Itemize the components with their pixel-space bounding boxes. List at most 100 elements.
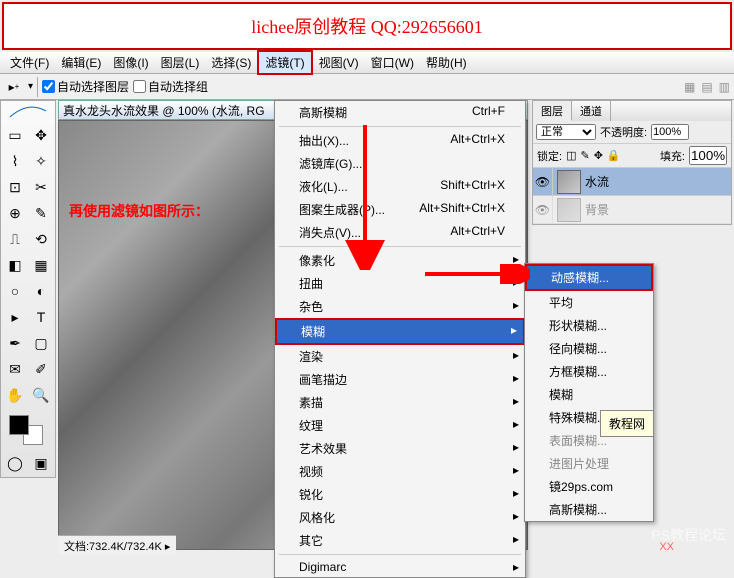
path-select-tool[interactable]: ▸ (3, 305, 27, 329)
layer-name[interactable]: 背景 (585, 201, 609, 218)
filter-menu-item[interactable]: 抽出(X)...Alt+Ctrl+X (275, 129, 525, 152)
zoom-tool[interactable]: 🔍 (29, 383, 53, 407)
filter-menu-item[interactable]: 素描▸ (275, 391, 525, 414)
doc-size-info: 文档:732.4K/732.4K (64, 541, 162, 553)
layers-panel-tabs: 图层 通道 (533, 101, 731, 121)
filter-menu-item[interactable]: 扭曲▸ (275, 272, 525, 295)
notes-tool[interactable]: ✉ (3, 357, 27, 381)
filter-menu-item[interactable]: 视频▸ (275, 460, 525, 483)
opacity-label: 不透明度: (600, 124, 647, 140)
blur-submenu-item[interactable]: 动感模糊... (525, 264, 653, 291)
filter-menu-item[interactable]: 像素化▸ (275, 249, 525, 272)
feather-icon (3, 103, 53, 121)
marquee-tool[interactable]: ▭ (3, 123, 27, 147)
gradient-tool[interactable]: ▦ (29, 253, 53, 277)
filter-menu-item[interactable]: 纹理▸ (275, 414, 525, 437)
quickmask-icon[interactable]: ◯ (3, 451, 27, 475)
menu-layer[interactable]: 图层(L) (155, 52, 206, 73)
heal-tool[interactable]: ⊕ (3, 201, 27, 225)
layer-thumbnail[interactable] (557, 170, 581, 194)
crop-tool[interactable]: ⊡ (3, 175, 27, 199)
menu-filter[interactable]: 滤镜(T) (257, 50, 312, 75)
dodge-tool[interactable]: ◐ (29, 279, 53, 303)
auto-select-layer-checkbox[interactable]: 自动选择图层 (42, 78, 129, 95)
visibility-icon[interactable]: 👁 (533, 196, 553, 223)
hand-tool[interactable]: ✋ (3, 383, 27, 407)
move-tool[interactable]: ✥ (29, 123, 53, 147)
stamp-tool[interactable]: ⎍ (3, 227, 27, 251)
fill-input[interactable] (689, 146, 727, 165)
blur-submenu-item: 进图片处理 (525, 452, 653, 475)
menu-view[interactable]: 视图(V) (313, 52, 365, 73)
filter-menu-item[interactable]: 模糊▸ (275, 318, 525, 345)
opacity-input[interactable] (651, 124, 689, 140)
lock-paint-icon[interactable]: ✎ (580, 149, 589, 162)
auto-select-group-checkbox[interactable]: 自动选择组 (133, 78, 208, 95)
screenmode-icon[interactable]: ▣ (29, 451, 53, 475)
tutorial-header-text: lichee原创教程 QQ:292656601 (251, 13, 482, 39)
blur-submenu-item[interactable]: 方框模糊... (525, 360, 653, 383)
menu-select[interactable]: 选择(S) (205, 52, 257, 73)
blend-mode-select[interactable]: 正常 (536, 124, 596, 140)
tab-channels[interactable]: 通道 (572, 101, 611, 121)
slice-tool[interactable]: ✂ (29, 175, 53, 199)
tutorial-header: lichee原创教程 QQ:292656601 (2, 2, 732, 50)
visibility-icon[interactable]: 👁 (533, 168, 553, 195)
filter-menu-item[interactable]: 渲染▸ (275, 345, 525, 368)
lasso-tool[interactable]: ⌇ (3, 149, 27, 173)
layer-row[interactable]: 👁 水流 (533, 168, 731, 196)
tab-layers[interactable]: 图层 (533, 101, 572, 121)
layer-row[interactable]: 👁 背景 (533, 196, 731, 224)
pen-tool[interactable]: ✒ (3, 331, 27, 355)
filter-menu-item[interactable]: 图案生成器(P)...Alt+Shift+Ctrl+X (275, 198, 525, 221)
tool-palette: ▭ ✥ ⌇ ✧ ⊡ ✂ ⊕ ✎ ⎍ ⟲ ◧ ▦ ○ ◐ ▸ T ✒ ▢ ✉ ✐ … (0, 100, 56, 478)
tooltip: 教程网 (600, 410, 654, 437)
filter-menu-item[interactable]: 消失点(V)...Alt+Ctrl+V (275, 221, 525, 244)
blur-submenu-item[interactable]: 径向模糊... (525, 337, 653, 360)
blur-submenu-item[interactable]: 形状模糊... (525, 314, 653, 337)
filter-menu-item[interactable]: 高斯模糊Ctrl+F (275, 101, 525, 124)
fill-label: 填充: (660, 148, 685, 164)
color-swatch[interactable] (3, 413, 53, 449)
filter-menu-item[interactable]: 其它▸ (275, 529, 525, 552)
menu-help[interactable]: 帮助(H) (420, 52, 473, 73)
lock-all-icon[interactable]: 🔒 (607, 149, 621, 162)
eraser-tool[interactable]: ◧ (3, 253, 27, 277)
blur-tool[interactable]: ○ (3, 279, 27, 303)
menu-edit[interactable]: 编辑(E) (55, 52, 107, 73)
eyedropper-tool[interactable]: ✐ (29, 357, 53, 381)
wand-tool[interactable]: ✧ (29, 149, 53, 173)
document-title: 真水龙头水流效果 @ 100% (水流, RG (63, 102, 265, 119)
filter-menu-item[interactable]: 液化(L)...Shift+Ctrl+X (275, 175, 525, 198)
move-tool-icon[interactable]: ▸+ (4, 77, 24, 97)
history-brush-tool[interactable]: ⟲ (29, 227, 53, 251)
filter-menu-item[interactable]: 画笔描边▸ (275, 368, 525, 391)
blur-submenu-item[interactable]: 高斯模糊... (525, 498, 653, 521)
filter-menu-item[interactable]: 艺术效果▸ (275, 437, 525, 460)
menu-window[interactable]: 窗口(W) (365, 52, 420, 73)
lock-transparent-icon[interactable]: ◫ (566, 149, 576, 162)
menu-image[interactable]: 图像(I) (107, 52, 154, 73)
status-bar: 文档:732.4K/732.4K ▸ (58, 535, 176, 555)
filter-menu-item[interactable]: 滤镜库(G)... (275, 152, 525, 175)
layer-name[interactable]: 水流 (585, 173, 609, 190)
filter-menu-dropdown: 高斯模糊Ctrl+F 抽出(X)...Alt+Ctrl+X滤镜库(G)...液化(… (274, 100, 526, 578)
blur-submenu-item[interactable]: 平均 (525, 291, 653, 314)
filter-menu-item[interactable]: 杂色▸ (275, 295, 525, 318)
lock-move-icon[interactable]: ✥ (594, 149, 603, 162)
options-bar: ▸+ ▾ 自动选择图层 自动选择组 ▦▤▥ (0, 74, 734, 100)
foreground-color[interactable] (9, 415, 29, 435)
filter-menu-item[interactable]: 风格化▸ (275, 506, 525, 529)
main-area: ▭ ✥ ⌇ ✧ ⊡ ✂ ⊕ ✎ ⎍ ⟲ ◧ ▦ ○ ◐ ▸ T ✒ ▢ ✉ ✐ … (0, 100, 734, 555)
annotation-text: 再使用滤镜如图所示： (69, 201, 209, 221)
layer-thumbnail[interactable] (557, 198, 581, 222)
filter-menu-item[interactable]: 锐化▸ (275, 483, 525, 506)
shape-tool[interactable]: ▢ (29, 331, 53, 355)
blur-submenu-item[interactable]: 模糊 (525, 383, 653, 406)
menu-bar: 文件(F) 编辑(E) 图像(I) 图层(L) 选择(S) 滤镜(T) 视图(V… (0, 52, 734, 74)
blur-submenu-item[interactable]: 镜29ps.com (525, 475, 653, 498)
menu-file[interactable]: 文件(F) (4, 52, 55, 73)
brush-tool[interactable]: ✎ (29, 201, 53, 225)
type-tool[interactable]: T (29, 305, 53, 329)
filter-menu-item[interactable]: Digimarc▸ (275, 557, 525, 577)
